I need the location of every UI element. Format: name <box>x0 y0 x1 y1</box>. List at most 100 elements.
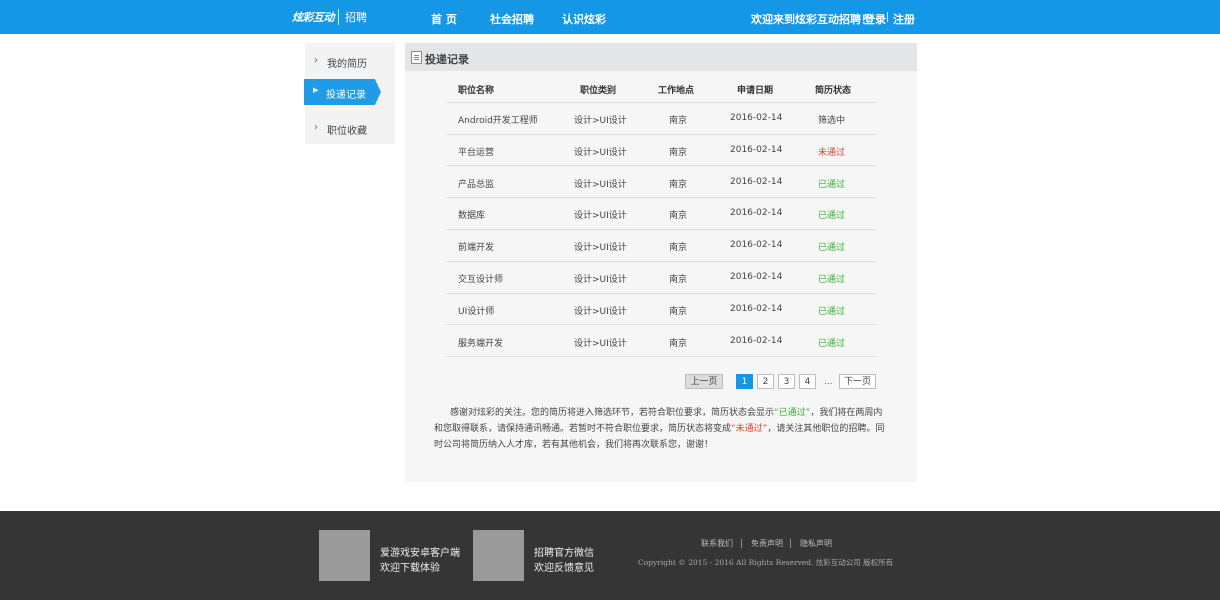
footer-divider <box>790 539 791 548</box>
cell-date: 2016-02-14 <box>730 208 783 219</box>
cell-status: 未通过 <box>818 147 846 158</box>
table-row-divider <box>446 292 877 294</box>
cell-position-name: UI设计师 <box>458 306 495 317</box>
notice-failed: “未通过” <box>731 424 768 434</box>
table-row-divider <box>446 228 877 230</box>
cell-position-name: 前端开发 <box>458 243 495 254</box>
cell-category: 设计>UI设计 <box>574 211 627 222</box>
sidebar-item-resume[interactable]: › 我的简历 <box>305 47 395 75</box>
chevron-right-icon: › <box>314 122 318 133</box>
cell-status: 已通过 <box>818 211 846 222</box>
top-header <box>0 0 1220 34</box>
wechat-subtitle: 欢迎反馈意见 <box>534 563 594 574</box>
document-icon <box>411 51 422 64</box>
table-row-divider <box>446 356 877 358</box>
footer-link-privacy[interactable]: 隐私声明 <box>800 538 832 549</box>
logo[interactable]: 炫彩互动 招聘 <box>292 7 367 27</box>
triangle-right-icon: ▶ <box>313 86 319 94</box>
table-divider <box>446 102 877 103</box>
footer-link-contact[interactable]: 联系我们 <box>701 538 733 549</box>
column-header-date: 申请日期 <box>737 86 774 96</box>
sidebar-item-label: 投递记录 <box>326 90 366 101</box>
logo-mark: 炫彩互动 <box>292 11 335 24</box>
cell-location: 南京 <box>669 211 688 222</box>
cell-position-name: 产品总监 <box>458 179 495 190</box>
table-row-divider <box>446 260 877 262</box>
cell-category: 设计>UI设计 <box>574 338 627 349</box>
table-row-divider <box>446 197 877 199</box>
notice-passed: “已通过” <box>774 408 811 418</box>
footer-link-disclaimer[interactable]: 免责声明 <box>751 538 783 549</box>
header-divider <box>887 12 888 22</box>
nav-home-link[interactable]: 首 页 <box>431 11 457 27</box>
prev-page-button[interactable]: 上一页 <box>685 374 723 389</box>
page-1-button[interactable]: 1 <box>736 374 753 389</box>
sidebar: › 我的简历 ▶ 投递记录 › 职位收藏 <box>304 43 395 144</box>
login-link[interactable]: 登录 <box>864 11 886 27</box>
app-download-subtitle: 欢迎下载体验 <box>380 563 440 574</box>
table-row-divider <box>446 133 877 135</box>
notice-text: 感谢对炫彩的关注。您的简历将进入筛选环节，若符合职位要求，简历状态会显示“已通过… <box>434 405 890 453</box>
pagination-ellipsis: ... <box>824 377 833 387</box>
panel-header: 投递记录 <box>405 43 917 71</box>
cell-status: 已通过 <box>818 243 846 254</box>
sidebar-item-favorites[interactable]: › 职位收藏 <box>305 114 395 142</box>
column-header-location: 工作地点 <box>658 86 695 96</box>
cell-category: 设计>UI设计 <box>574 116 627 126</box>
notice-part1: 感谢对炫彩的关注。您的简历将进入筛选环节，若符合职位要求，简历状态会显示 <box>450 408 775 418</box>
cell-position-name: 平台运营 <box>458 147 495 158</box>
next-page-button[interactable]: 下一页 <box>839 374 876 389</box>
cell-date: 2016-02-14 <box>730 335 783 346</box>
sidebar-item-applications[interactable]: ▶ 投递记录 <box>304 79 381 105</box>
page-3-button[interactable]: 3 <box>778 374 795 389</box>
cell-category: 设计>UI设计 <box>574 275 627 285</box>
logo-subtitle: 招聘 <box>345 11 367 24</box>
cell-location: 南京 <box>669 116 688 126</box>
welcome-text: 欢迎来到炫彩互动招聘！ <box>751 13 872 26</box>
panel-title: 投递记录 <box>425 53 469 66</box>
cell-position-name: Android开发工程师 <box>458 116 538 126</box>
cell-date: 2016-02-14 <box>730 144 783 155</box>
page-2-button[interactable]: 2 <box>757 374 774 389</box>
register-link[interactable]: 注册 <box>893 11 915 27</box>
table-row-divider <box>446 165 877 167</box>
page-4-button[interactable]: 4 <box>799 374 816 389</box>
table-row-divider <box>446 324 877 326</box>
chevron-right-icon: › <box>314 55 318 66</box>
footer <box>0 511 1220 600</box>
app-qr-code <box>319 530 370 581</box>
cell-position-name: 服务端开发 <box>458 338 504 349</box>
cell-category: 设计>UI设计 <box>574 179 627 190</box>
logo-divider <box>338 9 339 25</box>
cell-date: 2016-02-14 <box>730 240 783 251</box>
cell-position-name: 数据库 <box>458 211 486 222</box>
nav-social-recruit-link[interactable]: 社会招聘 <box>490 11 534 27</box>
cell-location: 南京 <box>669 147 688 158</box>
cell-status: 已通过 <box>818 275 846 285</box>
column-header-position: 职位名称 <box>458 86 495 96</box>
cell-date: 2016-02-14 <box>730 272 783 282</box>
cell-category: 设计>UI设计 <box>574 147 627 158</box>
column-header-status: 简历状态 <box>815 86 852 96</box>
cell-location: 南京 <box>669 275 688 285</box>
cell-location: 南京 <box>669 243 688 254</box>
cell-date: 2016-02-14 <box>730 176 783 187</box>
sidebar-item-label: 我的简历 <box>327 59 367 70</box>
column-header-category: 职位类别 <box>580 86 617 96</box>
cell-location: 南京 <box>669 338 688 349</box>
nav-about-link[interactable]: 认识炫彩 <box>562 11 606 27</box>
cell-location: 南京 <box>669 306 688 317</box>
cell-status: 筛选中 <box>818 116 846 126</box>
cell-category: 设计>UI设计 <box>574 243 627 254</box>
cell-status: 已通过 <box>818 179 846 190</box>
cell-location: 南京 <box>669 179 688 190</box>
cell-status: 已通过 <box>818 338 846 349</box>
copyright-text: Copyright © 2015 - 2016 All Rights Reser… <box>638 558 894 567</box>
cell-category: 设计>UI设计 <box>574 306 627 317</box>
cell-date: 2016-02-14 <box>730 303 783 314</box>
cell-position-name: 交互设计师 <box>458 275 504 285</box>
footer-divider <box>741 539 742 548</box>
wechat-qr-code <box>473 530 524 581</box>
wechat-title: 招聘官方微信 <box>534 548 594 559</box>
cell-date: 2016-02-14 <box>730 113 783 123</box>
